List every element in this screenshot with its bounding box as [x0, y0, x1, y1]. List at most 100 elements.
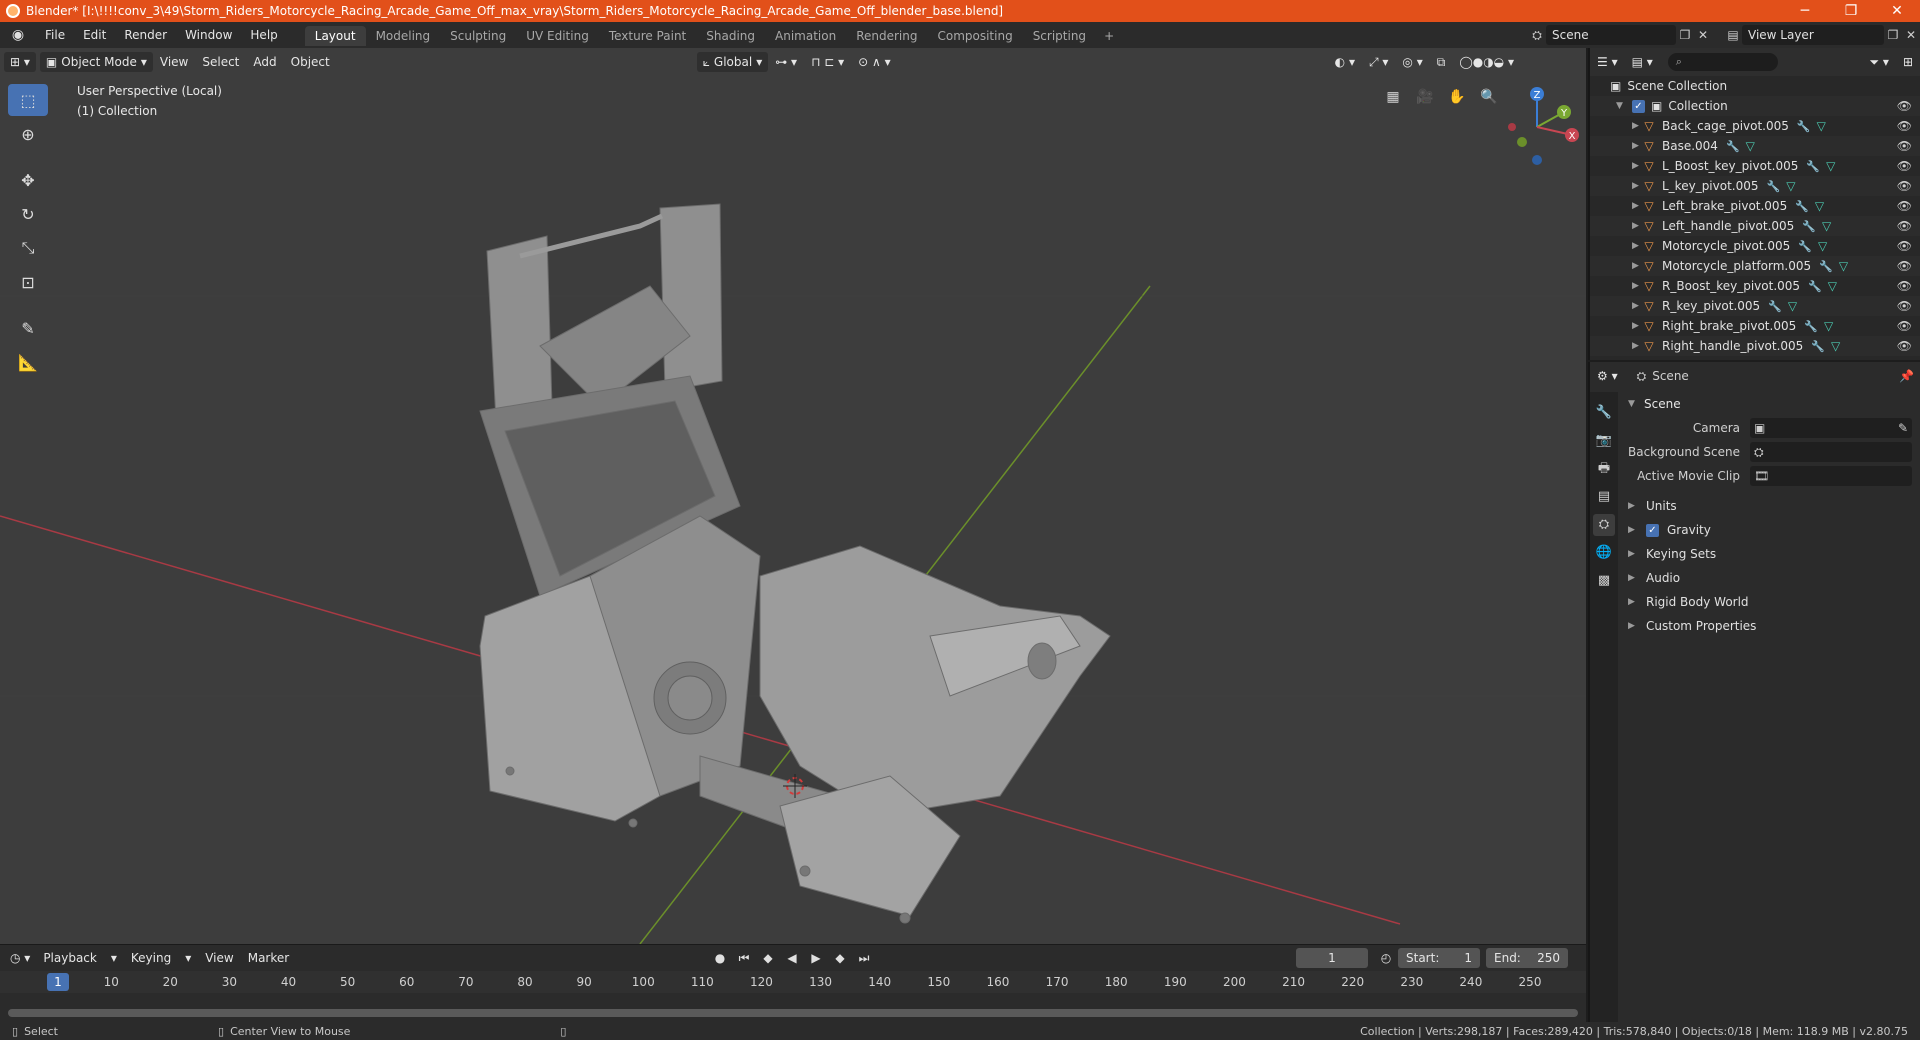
mesh-data-icon[interactable]: ▽	[1746, 139, 1755, 153]
blender-logo-icon[interactable]: ◉	[8, 25, 28, 45]
menu-file[interactable]: File	[36, 22, 74, 48]
tab-animation[interactable]: Animation	[765, 26, 846, 46]
pin-icon[interactable]: 📌	[1899, 369, 1914, 383]
timeline-scrollbar[interactable]	[8, 1009, 1578, 1017]
menu-help[interactable]: Help	[241, 22, 286, 48]
eye-icon[interactable]: 👁	[1897, 219, 1912, 233]
overlay-icon[interactable]: ◎ ▾	[1395, 52, 1429, 72]
maximize-button[interactable]: ❐	[1828, 3, 1874, 19]
tab-shading[interactable]: Shading	[696, 26, 765, 46]
modifier-wrench-icon[interactable]: 🔧	[1767, 180, 1781, 193]
texture-tab-icon[interactable]: ▩	[1593, 570, 1615, 592]
eye-icon[interactable]: 👁	[1897, 159, 1912, 173]
mesh-data-icon[interactable]: ▽	[1824, 319, 1833, 333]
outliner-object-row[interactable]: ▶ ▽ Motorcycle_pivot.005 🔧 ▽ 👁	[1590, 236, 1920, 256]
modifier-wrench-icon[interactable]: 🔧	[1819, 260, 1833, 273]
modifier-wrench-icon[interactable]: 🔧	[1811, 340, 1825, 353]
select-box-tool-icon[interactable]: ⬚	[8, 84, 48, 116]
expand-arrow-icon[interactable]: ▶	[1632, 181, 1642, 191]
gravity-panel[interactable]: ▶ ✓ Gravity	[1620, 518, 1920, 542]
properties-editor-type-icon[interactable]: ⚙ ▾	[1590, 366, 1625, 386]
modifier-wrench-icon[interactable]: 🔧	[1804, 320, 1818, 333]
background-scene-field[interactable]: ⛭	[1750, 442, 1912, 462]
expand-arrow-icon[interactable]: ▶	[1632, 341, 1642, 351]
camera-view-icon[interactable]: 🎥	[1412, 84, 1438, 110]
jump-start-icon[interactable]: ⏮	[736, 948, 752, 968]
eye-icon[interactable]: 👁	[1897, 99, 1912, 113]
outliner-object-row[interactable]: ▶ ▽ L_key_pivot.005 🔧 ▽ 👁	[1590, 176, 1920, 196]
modifier-wrench-icon[interactable]: 🔧	[1798, 240, 1812, 253]
end-frame-field[interactable]: End: 250	[1486, 948, 1568, 968]
delete-scene-icon[interactable]: ✕	[1694, 26, 1712, 44]
eye-icon[interactable]: 👁	[1897, 179, 1912, 193]
expand-arrow-icon[interactable]: ▶	[1632, 221, 1642, 231]
custom-properties-panel[interactable]: ▶ Custom Properties	[1620, 614, 1920, 638]
close-button[interactable]: ✕	[1874, 3, 1920, 19]
tab-modeling[interactable]: Modeling	[366, 26, 441, 46]
menu-select[interactable]: Select	[195, 52, 246, 72]
clock-icon[interactable]: ◴	[1378, 948, 1394, 968]
visibility-icon[interactable]: ◐ ▾	[1328, 52, 1362, 72]
expand-arrow-icon[interactable]: ▶	[1632, 301, 1642, 311]
mesh-data-icon[interactable]: ▽	[1822, 219, 1831, 233]
modifier-wrench-icon[interactable]: 🔧	[1726, 140, 1740, 153]
outliner-collection[interactable]: ▼ ✓ ▣ Collection 👁	[1590, 96, 1920, 116]
eye-icon[interactable]: 👁	[1897, 259, 1912, 273]
menu-window[interactable]: Window	[176, 22, 241, 48]
cursor-tool-icon[interactable]: ⊕	[8, 118, 48, 150]
tab-rendering[interactable]: Rendering	[846, 26, 927, 46]
modifier-wrench-icon[interactable]: 🔧	[1806, 160, 1820, 173]
modifier-wrench-icon[interactable]: 🔧	[1797, 120, 1811, 133]
outliner-object-row[interactable]: ▶ ▽ Left_brake_pivot.005 🔧 ▽ 👁	[1590, 196, 1920, 216]
view-layer-tab-icon[interactable]: ▤	[1593, 486, 1615, 508]
expand-arrow-icon[interactable]: ▶	[1632, 141, 1642, 151]
outliner-object-row[interactable]: ▶ ▽ Left_handle_pivot.005 🔧 ▽ 👁	[1590, 216, 1920, 236]
play-icon[interactable]: ▶	[808, 948, 824, 968]
outliner-object-row[interactable]: ▶ ▽ L_Boost_key_pivot.005 🔧 ▽ 👁	[1590, 156, 1920, 176]
jump-end-icon[interactable]: ⏭	[856, 948, 872, 968]
modifier-wrench-icon[interactable]: 🔧	[1768, 300, 1782, 313]
current-frame-field[interactable]: 1	[1296, 948, 1368, 968]
mesh-data-icon[interactable]: ▽	[1788, 299, 1797, 313]
outliner-object-row[interactable]: ▶ ▽ Motorcycle_platform.005 🔧 ▽ 👁	[1590, 256, 1920, 276]
expand-arrow-icon[interactable]: ▶	[1632, 201, 1642, 211]
modifier-wrench-icon[interactable]: 🔧	[1795, 200, 1809, 213]
units-panel[interactable]: ▶ Units	[1620, 494, 1920, 518]
next-keyframe-icon[interactable]: ◆	[832, 948, 848, 968]
measure-tool-icon[interactable]: 📐	[8, 346, 48, 378]
mesh-data-icon[interactable]: ▽	[1831, 339, 1840, 353]
view-layer-selector[interactable]: ▤ View Layer ❐ ✕	[1724, 24, 1920, 46]
menu-view-timeline[interactable]: View	[198, 948, 240, 968]
expand-arrow-icon[interactable]: ▶	[1632, 161, 1642, 171]
eye-icon[interactable]: 👁	[1897, 199, 1912, 213]
tab-uv-editing[interactable]: UV Editing	[516, 26, 599, 46]
editor-type-button[interactable]: ⊞ ▾	[4, 52, 36, 72]
current-frame-indicator[interactable]: 1	[47, 973, 69, 991]
rigid-body-world-panel[interactable]: ▶ Rigid Body World	[1620, 590, 1920, 614]
rotate-tool-icon[interactable]: ↻	[8, 198, 48, 230]
prev-keyframe-icon[interactable]: ◆	[760, 948, 776, 968]
expand-arrow-icon[interactable]: ▶	[1632, 281, 1642, 291]
mesh-data-icon[interactable]: ▽	[1818, 239, 1827, 253]
scene-panel-header[interactable]: ▼ Scene	[1620, 392, 1920, 416]
outliner-object-row[interactable]: ▶ ▽ Base.004 🔧 ▽ 👁	[1590, 136, 1920, 156]
mesh-data-icon[interactable]: ▽	[1786, 179, 1795, 193]
menu-edit[interactable]: Edit	[74, 22, 115, 48]
record-icon[interactable]: ●	[712, 948, 728, 968]
tool-tab-icon[interactable]: 🔧	[1593, 402, 1615, 424]
modifier-wrench-icon[interactable]: 🔧	[1808, 280, 1822, 293]
scene-name-field[interactable]: Scene	[1546, 25, 1676, 45]
audio-panel[interactable]: ▶ Audio	[1620, 566, 1920, 590]
transform-tool-icon[interactable]: ⊡	[8, 266, 48, 298]
outliner-object-row[interactable]: ▶ ▽ Back_cage_pivot.005 🔧 ▽ 👁	[1590, 116, 1920, 136]
outliner-search-input[interactable]: ⌕	[1667, 53, 1778, 71]
output-tab-icon[interactable]: 🖶	[1593, 458, 1615, 480]
new-scene-icon[interactable]: ❐	[1676, 26, 1694, 44]
outliner-scene-collection[interactable]: ▣ Scene Collection	[1590, 76, 1920, 96]
eye-icon[interactable]: 👁	[1897, 239, 1912, 253]
snap-icon[interactable]: ⊓ ⊏ ▾	[804, 52, 851, 72]
play-reverse-icon[interactable]: ◀	[784, 948, 800, 968]
menu-marker[interactable]: Marker	[241, 948, 296, 968]
annotate-tool-icon[interactable]: ✎	[8, 312, 48, 344]
viewport-scene[interactable]	[0, 76, 1586, 944]
